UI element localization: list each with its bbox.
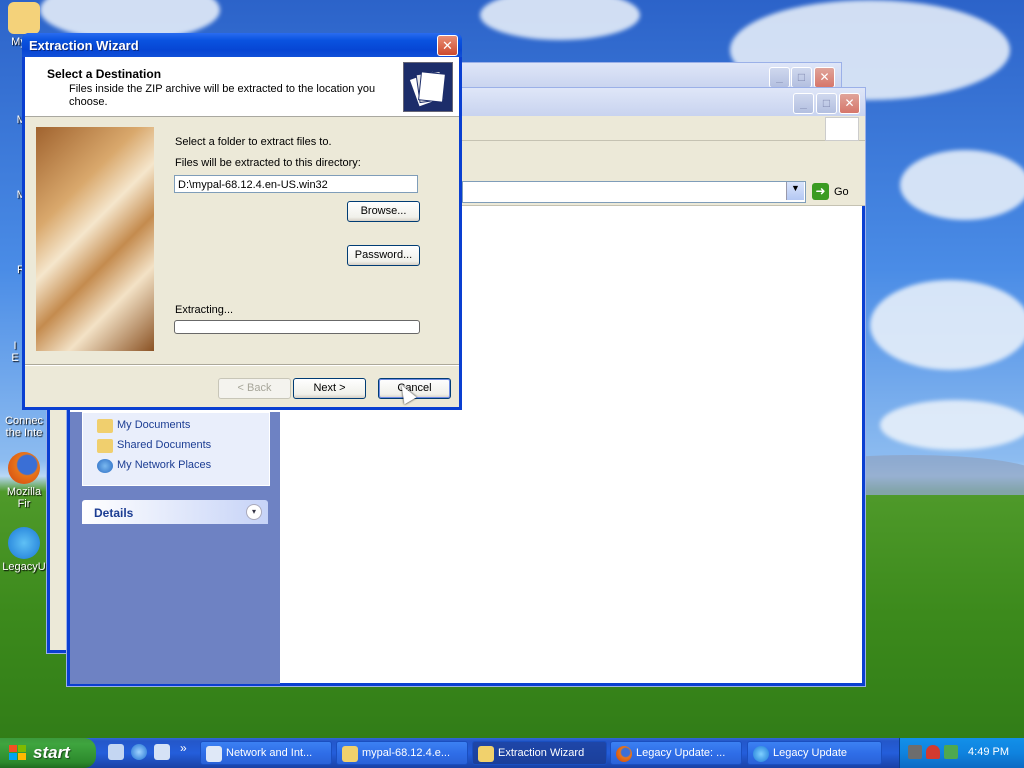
taskbar-item-extraction-wizard[interactable]: Extraction Wizard [472,741,607,765]
clock[interactable]: 4:49 PM [968,746,1009,758]
address-dropdown-button[interactable]: ▼ [786,182,804,200]
browse-button[interactable]: Browse... [347,201,420,222]
folders-logo-icon [403,62,453,112]
legacy-update-icon [753,746,769,762]
cloud [880,400,1024,450]
cloud [900,150,1024,220]
taskbar-item-legacy-update-firefox[interactable]: Legacy Update: ... [610,741,742,765]
close-button[interactable]: ✕ [839,93,860,114]
extraction-wizard-dialog: Extraction Wizard ✕ Select a Destination… [22,33,462,410]
dialog-title: Extraction Wizard [29,38,139,53]
safely-remove-hardware-icon[interactable] [944,745,958,759]
taskbar-item-mypal[interactable]: mypal-68.12.4.e... [336,741,468,765]
windows-flag-icon [8,744,28,762]
directory-label: Files will be extracted to this director… [175,157,361,169]
legacy-update-icon [8,527,40,559]
back-button[interactable]: < Back [218,378,291,399]
go-button-label[interactable]: Go [834,186,849,198]
button-separator [25,364,459,366]
cloud [480,0,640,40]
firefox-icon [8,452,40,484]
zip-folder-icon [342,746,358,762]
start-label: start [33,743,70,762]
system-tray: 4:49 PM [899,738,1024,768]
close-icon: ✕ [442,38,453,53]
folder-icon [8,2,40,34]
taskbar-item-label: Legacy Update: ... [636,747,726,759]
header-title: Select a Destination [47,67,162,81]
address-input[interactable] [462,181,806,203]
minimize-button[interactable]: _ [793,93,814,114]
start-button[interactable]: start [0,738,96,768]
explorer-task-pane: My Documents Shared Documents My Network… [70,412,280,684]
close-button[interactable]: ✕ [437,35,458,56]
close-button[interactable]: ✕ [814,67,835,88]
taskbar-item-label: Network and Int... [226,747,313,759]
network-tray-icon[interactable] [908,745,922,759]
details-label: Details [94,506,134,520]
network-places-icon [97,459,113,473]
wizard-side-image [36,127,154,351]
firefox-icon [616,746,632,762]
maximize-button[interactable]: □ [791,67,812,88]
outlook-express-icon[interactable] [154,744,170,760]
desktop-icon-label: Mozilla Fir [6,486,42,510]
quick-launch-chevron-icon[interactable]: » [180,741,187,755]
minimize-button[interactable]: _ [769,67,790,88]
chevron-down-icon[interactable]: ▾ [246,504,262,520]
desktop-icon-mozilla-firefox[interactable]: Mozilla Fir [0,452,48,510]
maximize-button[interactable]: □ [816,93,837,114]
folder-icon [478,746,494,762]
show-desktop-icon[interactable] [108,744,124,760]
folder-network-icon [206,746,222,762]
taskbar: start » Network and Int... mypal-68.12.4… [0,738,1024,768]
my-documents-icon [97,419,113,433]
desktop-icon-label: Connec the Inte [5,415,43,439]
cloud [870,280,1024,370]
desktop-icon-label: LegacyU [2,561,46,573]
task-link-my-network-places[interactable]: My Network Places [117,459,211,471]
wizard-header: Select a Destination Files inside the ZI… [25,57,459,117]
desktop-icon-label: I E [11,340,19,364]
details-header[interactable]: Details ▾ [82,500,268,524]
desktop-icon-connect-internet[interactable]: Connec the Inte [0,415,48,439]
other-places-box: My Documents Shared Documents My Network… [82,412,270,486]
desktop-icon-legacy-update[interactable]: LegacyU [0,527,48,573]
task-link-shared-documents[interactable]: Shared Documents [117,439,211,451]
destination-directory-input[interactable]: D:\mypal-68.12.4.en-US.win32 [174,175,418,193]
chevron-down-icon: ▼ [791,183,800,193]
dialog-titlebar[interactable]: Extraction Wizard ✕ [22,33,462,57]
taskbar-item-label: Legacy Update [773,747,847,759]
extraction-progress-bar [174,320,420,334]
taskbar-item-network[interactable]: Network and Int... [200,741,332,765]
extracting-label: Extracting... [175,304,234,316]
taskbar-item-label: mypal-68.12.4.e... [362,747,451,759]
select-folder-label: Select a folder to extract files to. [175,136,332,148]
go-arrow-icon[interactable]: ➜ [812,183,829,200]
windows-logo-icon [825,117,859,141]
security-shield-icon[interactable] [926,745,940,759]
internet-explorer-icon[interactable] [131,744,147,760]
taskbar-item-label: Extraction Wizard [498,747,585,759]
password-button[interactable]: Password... [347,245,420,266]
next-button[interactable]: Next > [293,378,366,399]
taskbar-item-legacy-update[interactable]: Legacy Update [747,741,882,765]
header-subtitle: Files inside the ZIP archive will be ext… [69,83,376,108]
shared-documents-icon [97,439,113,453]
task-link-my-documents[interactable]: My Documents [117,419,190,431]
dialog-body: Select a Destination Files inside the ZI… [25,57,459,407]
